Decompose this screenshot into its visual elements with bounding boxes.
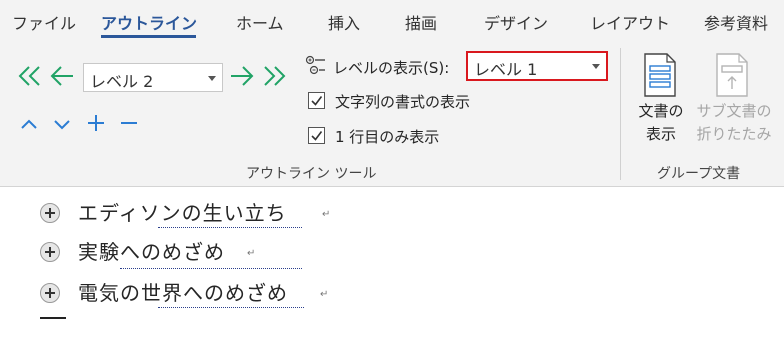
first-line-only-checkbox[interactable]	[308, 127, 325, 144]
show-level-value: レベル 1	[474, 60, 538, 79]
ribbon: ファイル アウトライン ホーム 挿入 描画 デザイン レイアウト 参考資料 レベ…	[0, 0, 784, 187]
show-formatting-checkbox[interactable]	[308, 92, 325, 109]
checkmark-icon	[311, 96, 323, 106]
master-document-group-label: グループ文書	[657, 166, 741, 182]
chevron-down-icon	[208, 76, 216, 81]
promote-icon[interactable]	[49, 64, 75, 88]
show-document-label-1: 文書の	[638, 102, 684, 120]
collapse-subdocuments-label-1: サブ文書の	[696, 102, 772, 120]
tab-insert[interactable]: 挿入	[328, 10, 360, 34]
show-level-label: レベルの表示(S):	[333, 59, 450, 77]
tab-references[interactable]: 参考資料	[704, 10, 768, 34]
tab-file[interactable]: ファイル	[12, 10, 76, 34]
collapsed-underline	[158, 227, 302, 228]
tab-draw[interactable]: 描画	[405, 10, 437, 34]
demote-icon[interactable]	[229, 64, 255, 88]
show-document-label-2: 表示	[645, 125, 676, 143]
show-document-icon	[644, 53, 676, 97]
show-document-button[interactable]: 文書の 表示	[631, 50, 693, 150]
outline-item-text[interactable]: 電気の世界へのめざめ	[78, 277, 288, 306]
outline-tools-group-label: アウトライン ツール	[246, 166, 377, 182]
show-formatting-label: 文字列の書式の表示	[335, 93, 471, 111]
tab-home[interactable]: ホーム	[236, 10, 284, 34]
collapse-subdocuments-button[interactable]: サブ文書の 折りたたみ	[693, 50, 775, 150]
expand-icon[interactable]	[86, 113, 106, 133]
paragraph-mark: ↵	[320, 289, 329, 300]
first-line-only-label: 1 行目のみ表示	[335, 128, 440, 146]
collapsed-underline	[120, 268, 302, 269]
expand-heading-icon[interactable]	[40, 283, 60, 303]
paragraph-mark: ↵	[247, 248, 256, 259]
collapse-subdocuments-label-2: 折りたたみ	[696, 125, 772, 143]
outline-item: 電気の世界へのめざめ ↵	[40, 279, 350, 309]
show-level-combo[interactable]: レベル 1	[466, 51, 608, 81]
promote-to-heading-icon[interactable]	[15, 64, 43, 88]
tab-outline[interactable]: アウトライン	[101, 10, 197, 34]
active-tab-indicator	[101, 35, 196, 38]
tab-layout[interactable]: レイアウト	[590, 10, 670, 34]
move-down-icon[interactable]	[52, 114, 72, 134]
outline-level-combo[interactable]: レベル 2	[83, 63, 223, 92]
show-level-icon	[305, 55, 325, 75]
expand-heading-icon[interactable]	[40, 242, 60, 262]
expand-heading-icon[interactable]	[40, 203, 60, 223]
collapse-subdocuments-icon	[716, 53, 748, 97]
outline-item-text[interactable]: エディソンの生い立ち	[78, 197, 287, 226]
outline-level-value: レベル 2	[90, 72, 154, 91]
checkmark-icon	[311, 131, 323, 141]
group-separator	[620, 48, 621, 180]
collapsed-underline	[158, 307, 304, 308]
move-up-icon[interactable]	[19, 114, 39, 134]
paragraph-mark: ↵	[322, 209, 331, 220]
collapse-icon[interactable]	[119, 113, 139, 133]
tab-design[interactable]: デザイン	[484, 10, 548, 34]
ribbon-tabs: ファイル アウトライン ホーム 挿入 描画 デザイン レイアウト 参考資料	[0, 0, 784, 44]
outline-item: 実験へのめざめ ↵	[40, 236, 350, 269]
end-of-document-marker	[40, 317, 66, 319]
outline-item: エディソンの生い立ち ↵	[40, 199, 350, 229]
chevron-down-icon	[592, 64, 600, 69]
outline-item-text[interactable]: 実験へのめざめ	[78, 236, 225, 265]
demote-to-body-icon[interactable]	[261, 64, 289, 88]
